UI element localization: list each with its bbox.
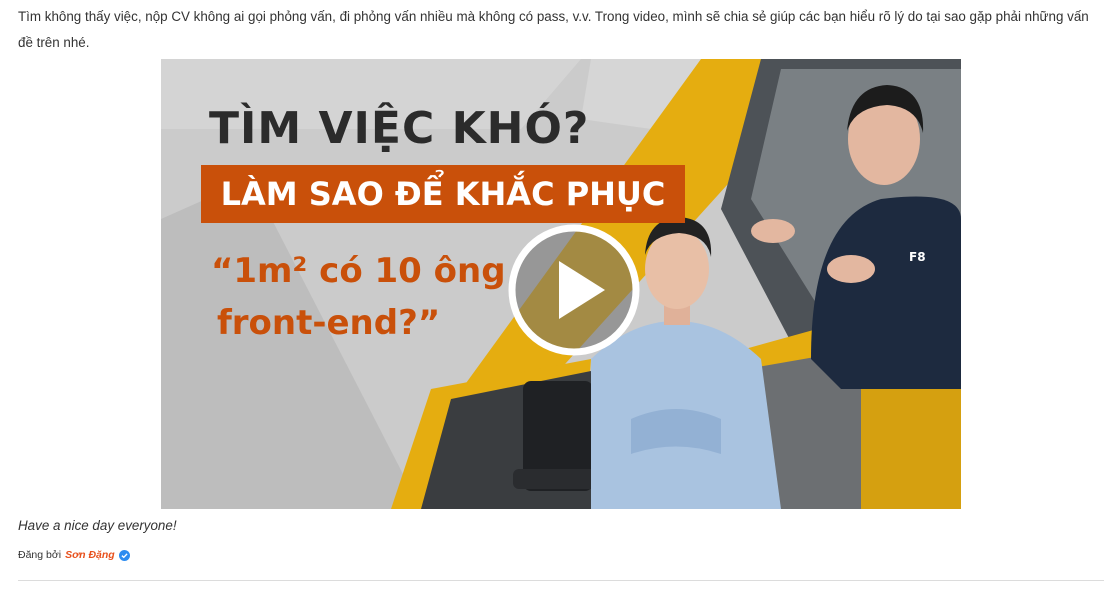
intro-paragraph: Tìm không thấy việc, nộp CV không ai gọi… [18,9,1089,50]
author-link[interactable]: Sơn Đặng [65,549,115,561]
verified-check-icon [118,549,130,561]
section-divider [18,580,1104,581]
video-embed[interactable]: F8 TÌM VIỆC KHÓ? LÀM SAO ĐỂ KHẮC PHỤC “1… [161,59,961,509]
thumbnail-quote: “1m² có 10 ông front-end?” [211,245,506,349]
play-icon[interactable] [507,223,641,357]
thumbnail-banner: LÀM SAO ĐỂ KHẮC PHỤC [201,165,685,223]
thumbnail-quote-line-1: “1m² có 10 ông [211,251,506,291]
closing-text: Have a nice day everyone! [18,518,177,533]
thumbnail-quote-line-2: front-end?” [217,303,441,343]
byline-prefix: Đăng bởi [18,549,62,561]
shirt-logo: F8 [909,250,926,264]
post-content: Tìm không thấy việc, nộp CV không ai gọi… [0,0,1114,598]
byline: Đăng bởi Sơn Đặng [18,549,130,561]
thumbnail-headline: TÌM VIỆC KHÓ? [209,103,590,154]
